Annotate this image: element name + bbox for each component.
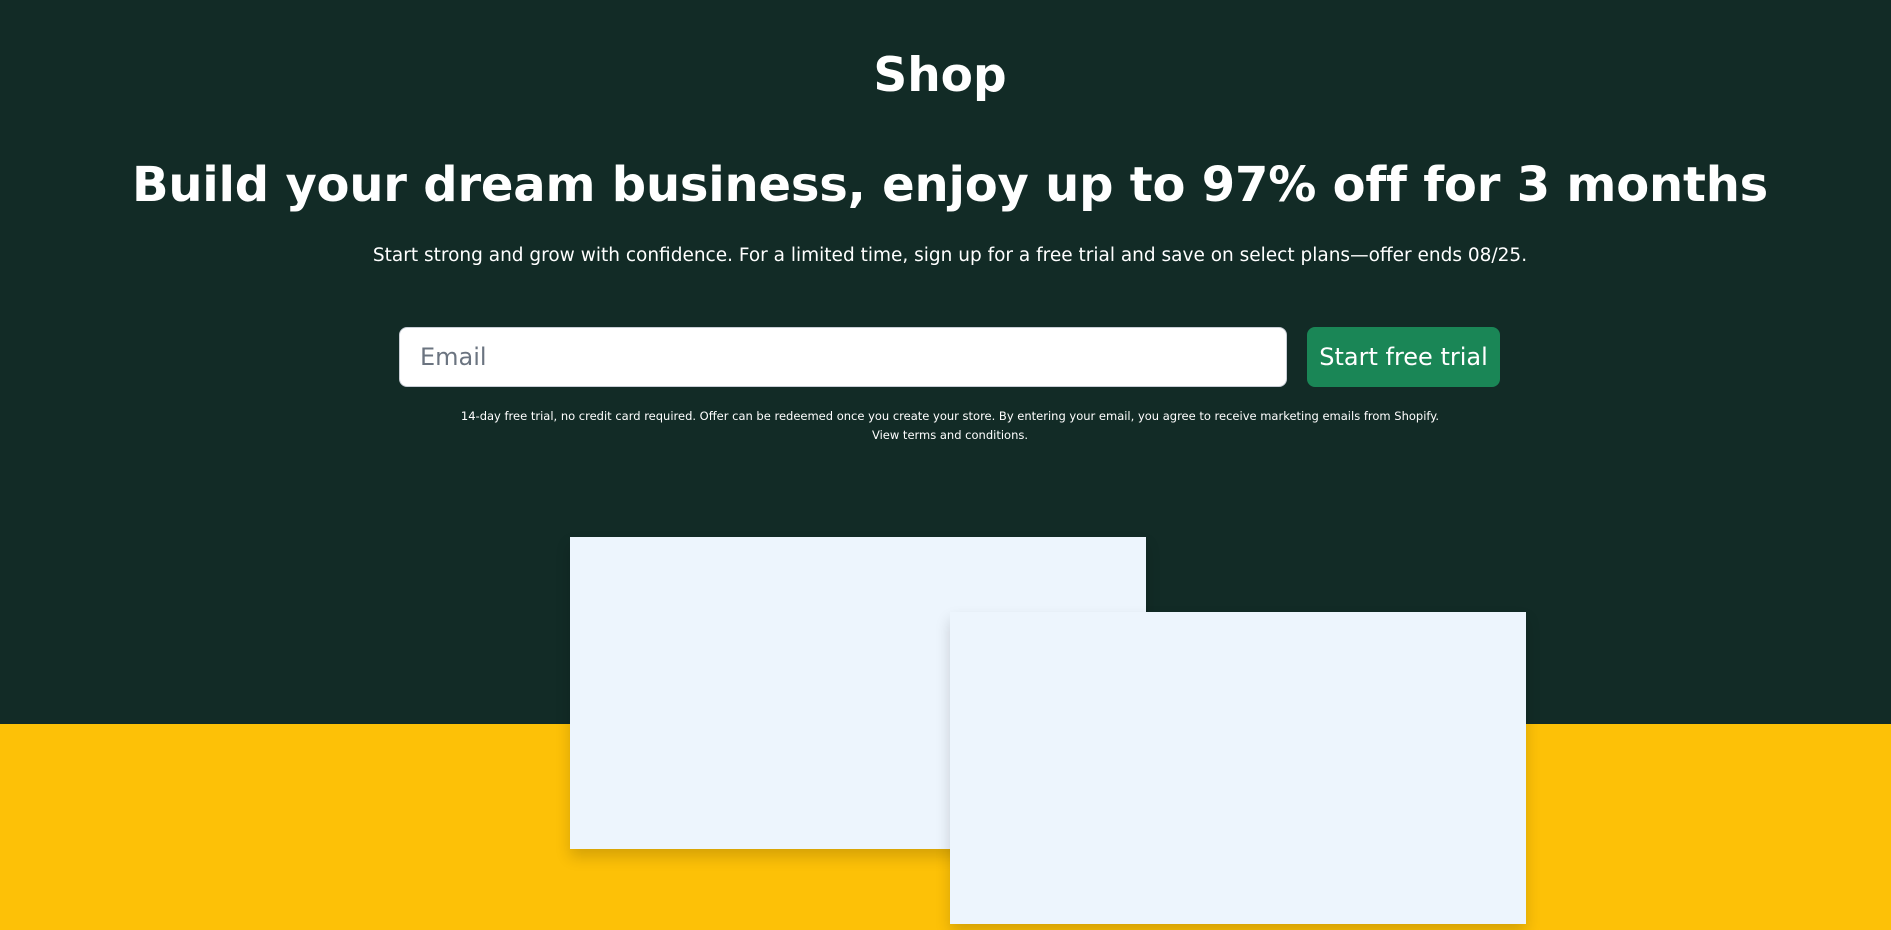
terms-link[interactable]: View terms and conditions. (0, 426, 1891, 445)
page-headline: Build your dream business, enjoy up to 9… (131, 157, 1769, 213)
page-subheadline: Start strong and grow with confidence. F… (372, 245, 1528, 266)
shop-logo[interactable]: Shop (0, 46, 1880, 106)
preview-card-front (950, 612, 1526, 924)
disclaimer-text: 14-day free trial, no credit card requir… (0, 407, 1891, 445)
email-input[interactable] (399, 327, 1287, 387)
start-free-trial-button[interactable]: Start free trial (1307, 327, 1500, 387)
disclaimer-line: 14-day free trial, no credit card requir… (460, 409, 1440, 423)
